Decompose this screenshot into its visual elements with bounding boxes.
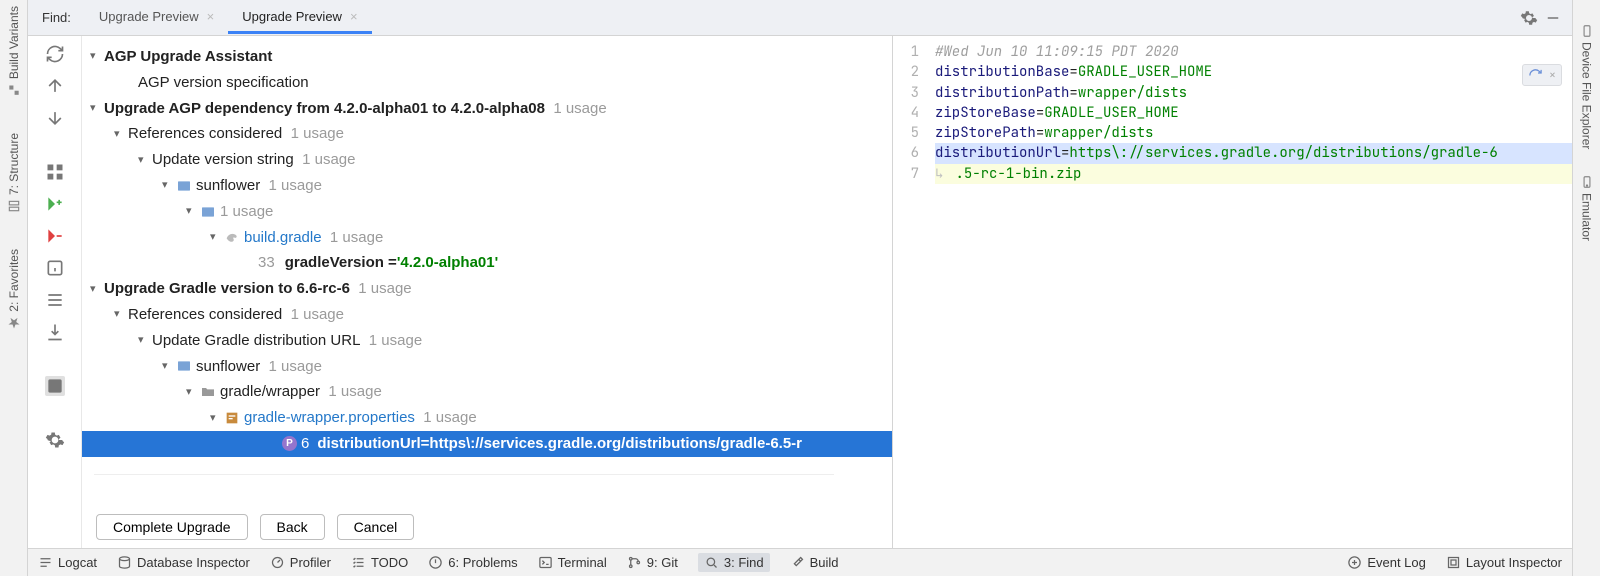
bottom-find[interactable]: 3: Find	[698, 553, 770, 572]
cancel-button[interactable]: Cancel	[337, 514, 415, 540]
gear-icon[interactable]	[45, 430, 65, 450]
tree-update-version[interactable]: ▾Update version string 1 usage	[82, 147, 892, 173]
module-icon	[176, 178, 192, 194]
complete-upgrade-button[interactable]: Complete Upgrade	[96, 514, 248, 540]
tree-update-dist-url[interactable]: ▾Update Gradle distribution URL 1 usage	[82, 328, 892, 354]
properties-icon	[224, 410, 240, 426]
tab-upgrade-preview-1[interactable]: Upgrade Preview×	[85, 1, 228, 34]
action-buttons: Complete Upgrade Back Cancel	[82, 506, 892, 548]
tree-spec[interactable]: AGP version specification	[82, 70, 892, 96]
info-icon[interactable]	[45, 258, 65, 278]
left-tool-rail: Build Variants 7: Structure 2: Favorites	[0, 0, 28, 576]
tree-file-gradle-wrapper-properties[interactable]: ▾gradle-wrapper.properties 1 usage	[82, 405, 892, 431]
reload-icon	[1528, 68, 1543, 83]
status-bar: Logcat Database Inspector Profiler TODO …	[28, 548, 1572, 576]
reload-popup[interactable]: ×	[1522, 64, 1562, 86]
gradle-icon	[224, 229, 240, 245]
editor-code[interactable]: #Wed Jun 10 11:09:15 PDT 2020 distributi…	[927, 36, 1572, 548]
close-icon[interactable]: ×	[1549, 67, 1556, 83]
tree-code-line-1[interactable]: 33gradleVersion = '4.2.0-alpha01'	[82, 250, 892, 276]
right-tool-rail: Device File Explorer Emulator	[1572, 0, 1600, 576]
rail-device-file-explorer[interactable]: Device File Explorer	[1580, 24, 1594, 149]
rail-build-variants[interactable]: Build Variants	[7, 6, 21, 97]
group-icon[interactable]	[45, 162, 65, 182]
find-label: Find:	[28, 10, 85, 25]
rail-emulator[interactable]: Emulator	[1580, 175, 1594, 241]
bottom-event-log[interactable]: Event Log	[1347, 555, 1426, 570]
gear-icon[interactable]	[1520, 9, 1538, 27]
tree-upgrade-gradle[interactable]: ▾Upgrade Gradle version to 6.6-rc-6 1 us…	[82, 276, 892, 302]
bottom-logcat[interactable]: Logcat	[38, 555, 97, 570]
bottom-problems[interactable]: 6: Problems	[428, 555, 517, 570]
bottom-layout-inspector[interactable]: Layout Inspector	[1446, 555, 1562, 570]
add-icon[interactable]	[45, 194, 65, 214]
tree-module-sunflower-2[interactable]: ▾sunflower 1 usage	[82, 354, 892, 380]
editor-gutter: 1 2 3 4 5 6 7	[893, 36, 927, 548]
module-icon	[176, 358, 192, 374]
bottom-profiler[interactable]: Profiler	[270, 555, 331, 570]
folder-icon	[200, 384, 216, 400]
tree-refs-2[interactable]: ▾References considered 1 usage	[82, 302, 892, 328]
bottom-build[interactable]: Build	[790, 555, 839, 570]
minimize-icon[interactable]	[1544, 9, 1562, 27]
tree-folder-wrapper[interactable]: ▾gradle/wrapper 1 usage	[82, 379, 892, 405]
flatten-icon[interactable]	[45, 290, 65, 310]
tree-file-build-gradle[interactable]: ▾build.gradle 1 usage	[82, 225, 892, 251]
tree-module-sunflower-1[interactable]: ▾sunflower 1 usage	[82, 173, 892, 199]
find-toolbar	[28, 36, 82, 548]
bottom-db-inspector[interactable]: Database Inspector	[117, 555, 250, 570]
bottom-todo[interactable]: TODO	[351, 555, 408, 570]
remove-icon[interactable]	[45, 226, 65, 246]
tab-upgrade-preview-2[interactable]: Upgrade Preview×	[228, 1, 371, 34]
arrow-up-icon[interactable]	[45, 76, 65, 96]
module-icon	[200, 204, 216, 220]
upgrade-tree-panel: ▾AGP Upgrade Assistant AGP version speci…	[82, 36, 892, 548]
export-icon[interactable]	[45, 322, 65, 342]
editor-panel: 1 2 3 4 5 6 7 #Wed Jun 10 11:09:15 PDT 2…	[892, 36, 1572, 548]
tree-root[interactable]: ▾AGP Upgrade Assistant	[82, 44, 892, 70]
bottom-terminal[interactable]: Terminal	[538, 555, 607, 570]
tree-upgrade-agp[interactable]: ▾Upgrade AGP dependency from 4.2.0-alpha…	[82, 96, 892, 122]
close-icon[interactable]: ×	[350, 9, 358, 24]
preview-icon[interactable]	[45, 376, 65, 396]
tree-code-line-selected[interactable]: P6distributionUrl=https\://services.grad…	[82, 431, 892, 457]
tree-refs-1[interactable]: ▾References considered 1 usage	[82, 121, 892, 147]
close-icon[interactable]: ×	[207, 9, 215, 24]
rail-structure[interactable]: 7: Structure	[7, 133, 21, 213]
back-button[interactable]: Back	[260, 514, 325, 540]
arrow-down-icon[interactable]	[45, 108, 65, 128]
bottom-git[interactable]: 9: Git	[627, 555, 678, 570]
find-tabstrip: Find: Upgrade Preview× Upgrade Preview×	[28, 0, 1572, 36]
rail-favorites[interactable]: 2: Favorites	[7, 249, 21, 330]
refresh-icon[interactable]	[45, 44, 65, 64]
tree-folder-blank[interactable]: ▾1 usage	[82, 199, 892, 225]
property-icon: P	[282, 436, 297, 451]
